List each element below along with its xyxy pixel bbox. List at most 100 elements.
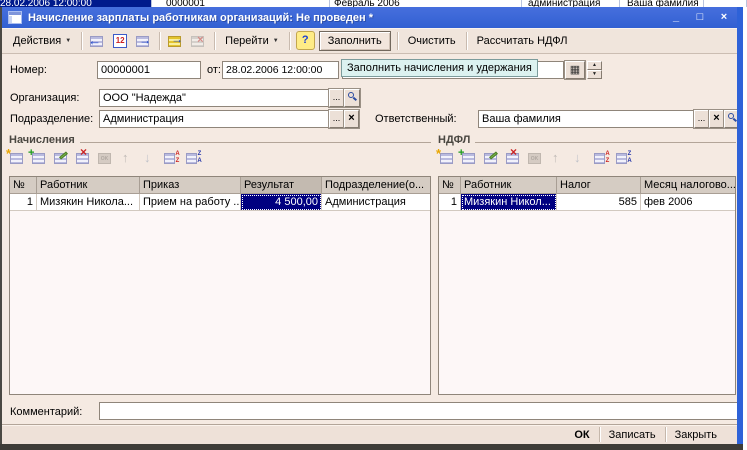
sort-asc-button[interactable]: AZ: [160, 149, 182, 167]
close-window-button[interactable]: Закрыть: [666, 427, 726, 443]
cell-line-number[interactable]: 1: [439, 194, 461, 211]
arrow-down-icon: ↓: [574, 150, 581, 165]
edit-row-button[interactable]: [480, 149, 502, 167]
toolbar: Действия ▼ ← 12 → → ×: [2, 28, 742, 54]
cell-order[interactable]: Прием на работу ...: [140, 194, 241, 211]
bg-cell-month: Февраль 2006: [330, 0, 522, 7]
actions-menu-button[interactable]: Действия ▼: [7, 32, 77, 50]
copy-arrow-icon: →: [139, 33, 151, 47]
responsible-clear-button[interactable]: ×: [709, 110, 724, 128]
save-button[interactable]: Записать: [600, 427, 665, 443]
fill-button-tooltip: Заполнить начисления и удержания: [341, 59, 538, 77]
organization-open-button[interactable]: [344, 89, 360, 107]
toolbar-separator: [397, 32, 398, 50]
column-header[interactable]: №: [439, 177, 461, 194]
help-button[interactable]: ?: [296, 31, 315, 50]
number-label: Номер:: [10, 64, 47, 76]
save-ok-icon: OK: [98, 153, 111, 164]
maximize-button[interactable]: □: [692, 11, 708, 25]
number-field[interactable]: [97, 61, 201, 79]
section-rule: [475, 142, 736, 143]
set-time-button[interactable]: 12: [110, 31, 131, 51]
cell-tax-month[interactable]: фев 2006: [641, 194, 735, 211]
column-header[interactable]: №: [10, 177, 37, 194]
table-row[interactable]: 1 Мизякин Никола... Прием на работу ... …: [10, 194, 430, 211]
copy-row-button[interactable]: +: [458, 149, 480, 167]
organization-select-button[interactable]: ...: [329, 89, 344, 107]
document-window: Начисление зарплаты работникам организац…: [0, 7, 742, 444]
responsible-select-button[interactable]: ...: [694, 110, 709, 128]
comment-label: Комментарий:: [10, 406, 82, 418]
accruals-table: № Работник Приказ Результат Подразделени…: [9, 176, 431, 395]
column-header[interactable]: Месяц налогово...: [641, 177, 735, 194]
toolbar-separator: [466, 32, 467, 50]
move-up-button-disabled: ↑: [546, 149, 568, 167]
undo-post-x-icon: ×: [197, 34, 203, 46]
copy-document-button[interactable]: →: [133, 31, 154, 51]
sort-asc-button[interactable]: AZ: [590, 149, 612, 167]
column-header[interactable]: Подразделение(о...: [322, 177, 430, 194]
department-clear-button[interactable]: ×: [344, 110, 359, 128]
sort-desc-button[interactable]: ZA: [182, 149, 204, 167]
move-down-button-disabled: ↓: [568, 149, 590, 167]
goto-menu-button[interactable]: Перейти ▼: [219, 32, 285, 50]
column-header[interactable]: Налог: [557, 177, 641, 194]
sort-za-icon: ZA: [626, 151, 633, 165]
footer-bar: ОК Записать Закрыть: [2, 424, 742, 444]
spin-down-button[interactable]: ▼: [587, 70, 602, 79]
minimize-button[interactable]: _: [668, 11, 684, 25]
cell-department[interactable]: Администрация: [322, 194, 430, 211]
cell-line-number[interactable]: 1: [10, 194, 37, 211]
column-header[interactable]: Приказ: [140, 177, 241, 194]
responsible-field[interactable]: [478, 110, 694, 128]
fill-button[interactable]: Заполнить: [319, 31, 391, 51]
magnifier-icon: [348, 92, 356, 100]
sort-az-icon: AZ: [604, 151, 611, 165]
add-row-button[interactable]: *: [436, 149, 458, 167]
copy-row-button[interactable]: +: [28, 149, 50, 167]
mdi-right-border: [737, 7, 743, 444]
ok-button[interactable]: ОК: [565, 427, 598, 443]
move-down-button-disabled: ↓: [138, 149, 160, 167]
department-select-button[interactable]: ...: [329, 110, 344, 128]
column-header[interactable]: Работник: [461, 177, 557, 194]
edit-row-button[interactable]: [50, 149, 72, 167]
arrow-down-icon: ↓: [144, 150, 151, 165]
column-header[interactable]: Работник: [37, 177, 140, 194]
bg-cell-department: администрация: [522, 0, 620, 7]
reread-document-button[interactable]: ←: [87, 31, 108, 51]
spin-up-button[interactable]: ▲: [587, 61, 602, 70]
cell-employee-selected[interactable]: Мизякин Никол...: [461, 194, 557, 211]
title-bar[interactable]: Начисление зарплаты работникам организац…: [2, 7, 742, 28]
department-field[interactable]: [99, 110, 329, 128]
bg-cell-number: 0000001: [152, 0, 330, 7]
table-row[interactable]: 1 Мизякин Никол... 585 фев 2006: [439, 194, 735, 211]
month-spinner: ▲ ▼: [587, 61, 602, 79]
organization-label: Организация:: [10, 92, 79, 104]
delete-row-button[interactable]: ×: [502, 149, 524, 167]
responsible-label: Ответственный:: [375, 113, 457, 125]
cell-employee[interactable]: Мизякин Никола...: [37, 194, 140, 211]
date-field[interactable]: [222, 61, 339, 79]
set-time-icon: 12: [113, 34, 127, 48]
column-header[interactable]: Результат: [241, 177, 322, 194]
bottom-edge: [0, 444, 743, 450]
window-controls: _ □ ×: [668, 11, 732, 25]
clear-button[interactable]: Очистить: [402, 32, 462, 50]
toolbar-separator: [81, 32, 82, 50]
calendar-button[interactable]: ▦: [565, 61, 585, 79]
cell-result-selected[interactable]: 4 500,00: [241, 194, 322, 211]
move-up-button-disabled: ↑: [116, 149, 138, 167]
plus-icon: +: [28, 147, 34, 159]
close-button[interactable]: ×: [716, 11, 732, 25]
add-row-button[interactable]: *: [6, 149, 28, 167]
cell-tax[interactable]: 585: [557, 194, 641, 211]
post-document-button[interactable]: →: [165, 31, 186, 51]
delete-row-button[interactable]: ×: [72, 149, 94, 167]
comment-field[interactable]: [99, 402, 739, 420]
calc-ndfl-button[interactable]: Рассчитать НДФЛ: [471, 32, 574, 50]
sort-desc-button[interactable]: ZA: [612, 149, 634, 167]
department-label: Подразделение:: [10, 113, 93, 125]
organization-field[interactable]: [99, 89, 329, 107]
form-body: Номер: от: 6 ▦ ▲ ▼ Заполнить начисления …: [2, 54, 742, 424]
